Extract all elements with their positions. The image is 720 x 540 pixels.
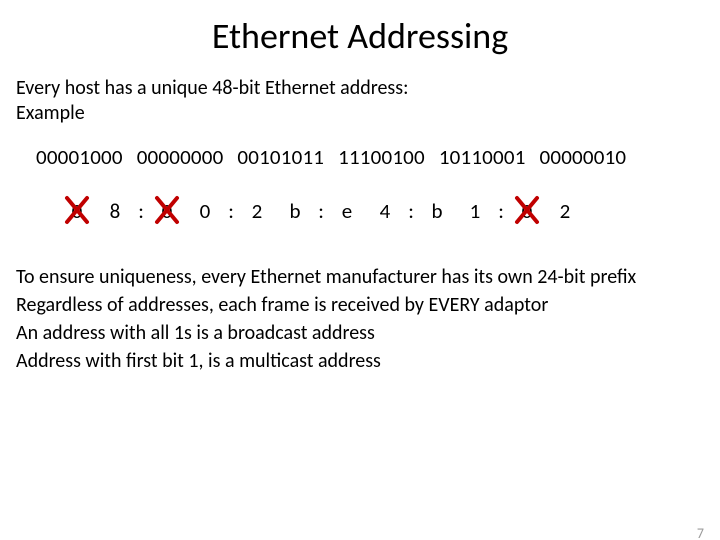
note-line: Regardless of addresses, each frame is r…: [16, 292, 704, 318]
hex-colon: :: [134, 198, 148, 224]
note-line: To ensure uniqueness, every Ethernet man…: [16, 264, 704, 290]
binary-octet: 00000000: [137, 144, 224, 170]
hex-row: 08:00:2b:e4:b1:02: [58, 198, 720, 228]
hex-colon: :: [494, 198, 508, 224]
hex-digit: 0: [148, 198, 186, 224]
binary-row: 00001000 00000000 00101011 11100100 1011…: [36, 144, 720, 170]
page-number: 7: [697, 525, 704, 540]
hex-digit: b: [276, 198, 314, 224]
note-line: Address with first bit 1, is a multicast…: [16, 348, 704, 374]
intro-block: Every host has a unique 48-bit Ethernet …: [16, 76, 704, 126]
binary-octet: 11100100: [338, 144, 425, 170]
slide: Ethernet Addressing Every host has a uni…: [0, 14, 720, 540]
hex-digit: 0: [508, 198, 546, 224]
hex-colon: :: [404, 198, 418, 224]
hex-digit: 2: [238, 198, 276, 224]
hex-colon: :: [224, 198, 238, 224]
hex-digit: 8: [96, 198, 134, 224]
binary-octet: 00101011: [237, 144, 324, 170]
notes-block: To ensure uniqueness, every Ethernet man…: [16, 264, 704, 374]
hex-digit: 0: [58, 198, 96, 224]
hex-digit: 4: [366, 198, 404, 224]
hex-digit: b: [418, 198, 456, 224]
binary-octet: 10110001: [439, 144, 526, 170]
hex-colon: :: [314, 198, 328, 224]
hex-digit: 1: [456, 198, 494, 224]
intro-line-1: Every host has a unique 48-bit Ethernet …: [16, 76, 704, 101]
binary-octet: 00000010: [540, 144, 627, 170]
slide-title: Ethernet Addressing: [0, 14, 720, 58]
note-line: An address with all 1s is a broadcast ad…: [16, 320, 704, 346]
hex-digit: e: [328, 198, 366, 224]
hex-digit: 0: [186, 198, 224, 224]
intro-line-2: Example: [16, 101, 704, 126]
binary-octet: 00001000: [36, 144, 123, 170]
hex-digit: 2: [546, 198, 584, 224]
